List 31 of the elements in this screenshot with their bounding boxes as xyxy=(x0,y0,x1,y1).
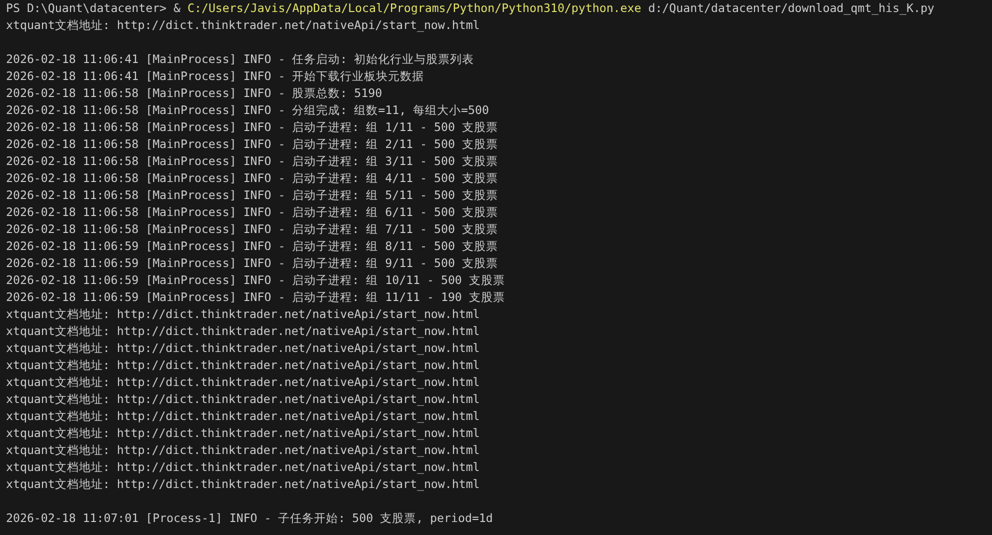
command-path: C:/Users/Javis/AppData/Local/Programs/Python/Python310/python.exe xyxy=(188,0,642,17)
output-line: 2026-02-18 11:06:59 [MainProcess] INFO - 启动子进程: 组 9/11 - 500 支股票 xyxy=(6,255,498,272)
command-argument: d:/Quant/datacenter/download_qmt_his_K.py xyxy=(648,0,934,17)
output-line: 2026-02-18 11:06:58 [MainProcess] INFO - 启动子进程: 组 1/11 - 500 支股票 xyxy=(6,119,498,136)
output-line: xtquant文档地址: http://dict.thinktrader.net/nativeApi/start_now.html xyxy=(6,374,480,391)
output-line: 2026-02-18 11:06:58 [MainProcess] INFO - 股票总数: 5190 xyxy=(6,85,382,102)
output-line: xtquant文档地址: http://dict.thinktrader.net/nativeApi/start_now.html xyxy=(6,340,480,357)
output-line: xtquant文档地址: http://dict.thinktrader.net/nativeApi/start_now.html xyxy=(6,357,480,374)
output-line: xtquant文档地址: http://dict.thinktrader.net/nativeApi/start_now.html xyxy=(6,425,480,442)
output-line: 2026-02-18 11:06:41 [MainProcess] INFO - 开始下载行业板块元数据 xyxy=(6,68,424,85)
output-line: 2026-02-18 11:07:01 [Process-1] INFO - 子任务开始: 500 支股票, period=1d xyxy=(6,510,493,527)
output-line: xtquant文档地址: http://dict.thinktrader.net/nativeApi/start_now.html xyxy=(6,476,480,493)
output-line: 2026-02-18 11:06:59 [MainProcess] INFO - 启动子进程: 组 11/11 - 190 支股票 xyxy=(6,289,505,306)
output-line: xtquant文档地址: http://dict.thinktrader.net/nativeApi/start_now.html xyxy=(6,17,480,34)
output-line: xtquant文档地址: http://dict.thinktrader.net/nativeApi/start_now.html xyxy=(6,408,480,425)
output-line: xtquant文档地址: http://dict.thinktrader.net/nativeApi/start_now.html xyxy=(6,391,480,408)
output-line: xtquant文档地址: http://dict.thinktrader.net/nativeApi/start_now.html xyxy=(6,306,480,323)
output-line: xtquant文档地址: http://dict.thinktrader.net/nativeApi/start_now.html xyxy=(6,323,480,340)
output-line: 2026-02-18 11:06:41 [MainProcess] INFO - 任务启动: 初始化行业与股票列表 xyxy=(6,51,474,68)
output-line: xtquant文档地址: http://dict.thinktrader.net/nativeApi/start_now.html xyxy=(6,442,480,459)
output-line: 2026-02-18 11:06:59 [MainProcess] INFO - 启动子进程: 组 8/11 - 500 支股票 xyxy=(6,238,498,255)
output-line: 2026-02-18 11:06:58 [MainProcess] INFO - 启动子进程: 组 4/11 - 500 支股票 xyxy=(6,170,498,187)
output-line: 2026-02-18 11:06:58 [MainProcess] INFO - 启动子进程: 组 5/11 - 500 支股票 xyxy=(6,187,498,204)
output-line: xtquant文档地址: http://dict.thinktrader.net/nativeApi/start_now.html xyxy=(6,459,480,476)
output-line: 2026-02-18 11:06:58 [MainProcess] INFO - 启动子进程: 组 7/11 - 500 支股票 xyxy=(6,221,498,238)
output-line: 2026-02-18 11:06:58 [MainProcess] INFO - 分组完成: 组数=11, 每组大小=500 xyxy=(6,102,489,119)
output-line: 2026-02-18 11:06:58 [MainProcess] INFO - 启动子进程: 组 6/11 - 500 支股票 xyxy=(6,204,498,221)
output-line: 2026-02-18 11:06:58 [MainProcess] INFO - 启动子进程: 组 2/11 - 500 支股票 xyxy=(6,136,498,153)
output-line: 2026-02-18 11:06:59 [MainProcess] INFO - 启动子进程: 组 10/11 - 500 支股票 xyxy=(6,272,505,289)
output-line: 2026-02-18 11:06:58 [MainProcess] INFO - 启动子进程: 组 3/11 - 500 支股票 xyxy=(6,153,498,170)
prompt-text: PS D:\Quant\datacenter> & xyxy=(6,0,181,17)
